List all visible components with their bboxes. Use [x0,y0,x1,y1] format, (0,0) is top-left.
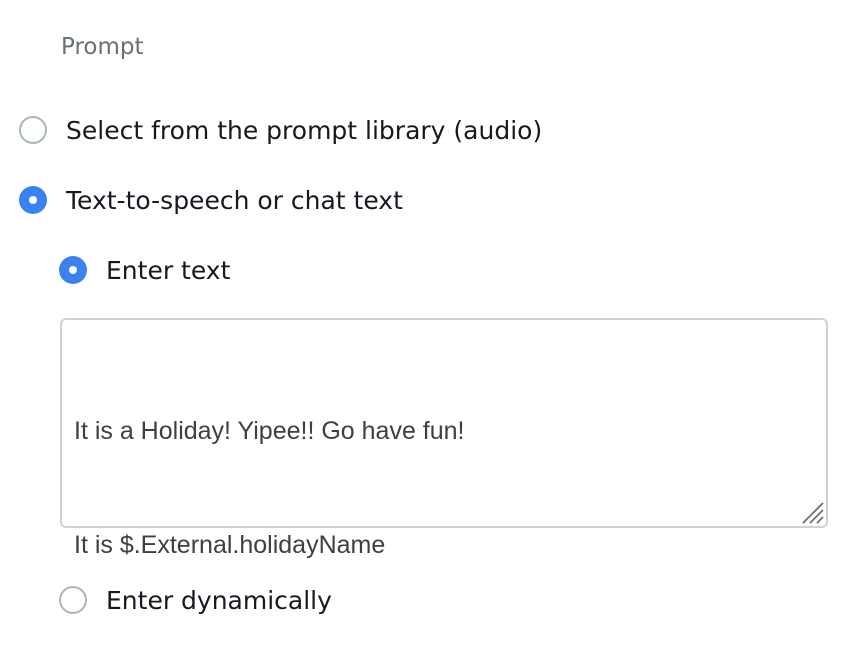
radio-unchecked-icon[interactable] [19,116,47,144]
radio-option-text-to-speech-label: Text-to-speech or chat text [66,185,403,215]
radio-option-text-to-speech[interactable]: Text-to-speech or chat text [19,180,403,220]
prompt-section-label: Prompt [61,34,144,60]
prompt-text-input[interactable]: It is a Holiday! Yipee!! Go have fun! It… [60,318,828,559]
radio-unchecked-icon[interactable] [59,586,87,614]
radio-option-prompt-library-label: Select from the prompt library (audio) [66,115,543,145]
radio-option-enter-text[interactable]: Enter text [59,250,230,290]
prompt-text-area-container: It is a Holiday! Yipee!! Go have fun! It… [60,318,828,559]
prompt-text-line: It is $.External.holidayName [74,531,386,559]
resize-handle-icon[interactable] [799,499,825,525]
prompt-text-line: It is a Holiday! Yipee!! Go have fun! [74,417,465,445]
radio-option-enter-text-label: Enter text [106,255,231,285]
radio-checked-icon[interactable] [59,256,87,284]
radio-option-enter-dynamically[interactable]: Enter dynamically [59,580,332,620]
prompt-form: Prompt Select from the prompt library (a… [0,0,854,648]
radio-option-enter-dynamically-label: Enter dynamically [106,585,332,615]
radio-option-prompt-library[interactable]: Select from the prompt library (audio) [19,110,542,150]
radio-checked-icon[interactable] [19,186,47,214]
